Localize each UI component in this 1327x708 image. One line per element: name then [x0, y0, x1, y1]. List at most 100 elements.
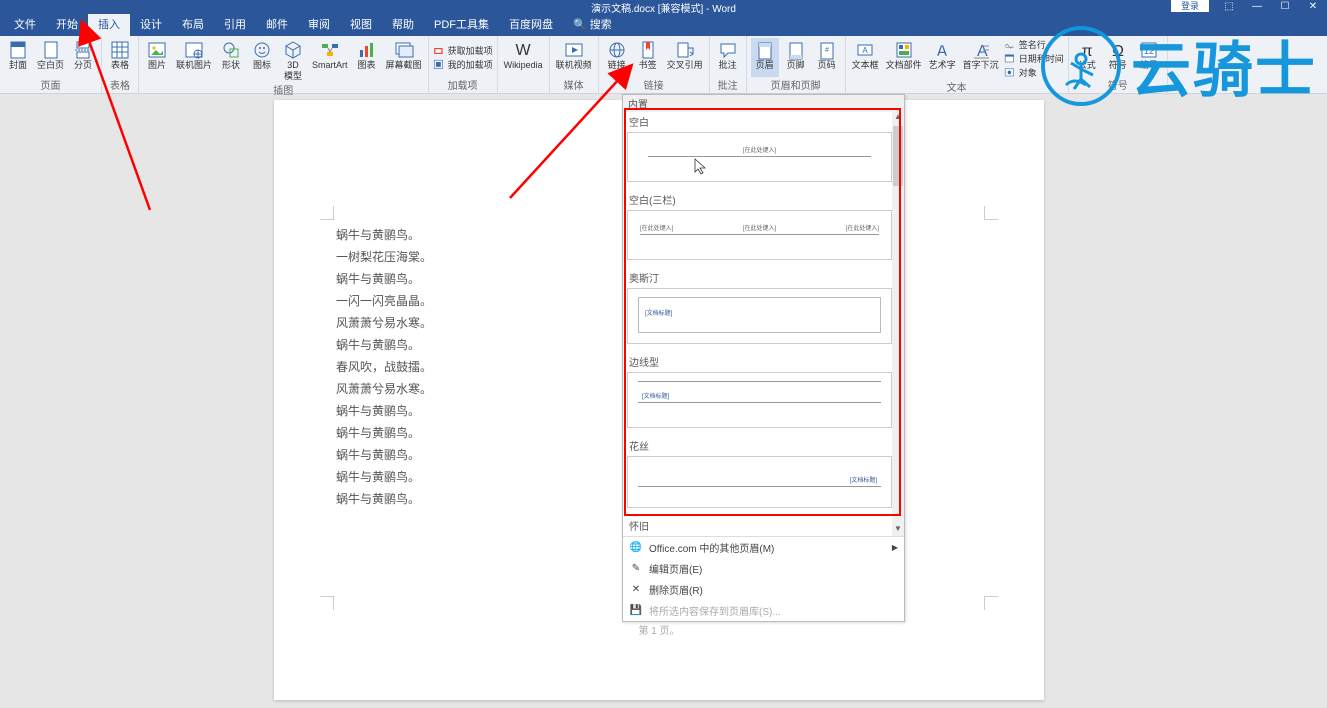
- page-break-button[interactable]: 分页: [69, 38, 97, 77]
- tab-开始[interactable]: 开始: [46, 14, 88, 36]
- wikipedia-button[interactable]: WWikipedia: [502, 38, 545, 92]
- ribbon-options-icon[interactable]: ⬚: [1215, 0, 1243, 14]
- tab-百度网盘[interactable]: 百度网盘: [499, 14, 563, 36]
- button-label: 图表: [358, 60, 376, 71]
- shapes-button[interactable]: 形状: [217, 38, 245, 82]
- watermark-circle-icon: [1041, 26, 1121, 106]
- scroll-up-icon[interactable]: ▲: [892, 112, 904, 124]
- crossref-button[interactable]: 交叉引用: [665, 38, 705, 77]
- text-line[interactable]: 蜗牛与黄鹂鸟。: [336, 268, 432, 290]
- text-line[interactable]: 一树梨花压海棠。: [336, 246, 432, 268]
- gallery-item-blank[interactable]: 空白[在此处键入]: [623, 112, 904, 190]
- dropcap-icon: A: [971, 40, 991, 60]
- tab-设计[interactable]: 设计: [130, 14, 172, 36]
- gallery-item-preview: [文档标题]: [627, 372, 892, 428]
- comment-button[interactable]: 批注: [714, 38, 742, 77]
- gallery-item-blank3[interactable]: 空白(三栏)[在此处键入][在此处键入][在此处键入]: [623, 190, 904, 268]
- footer-save-button: 💾将所选内容保存到页眉库(S)...: [623, 600, 904, 621]
- myaddins-icon: [433, 59, 445, 71]
- button-label: 首字下沉: [963, 60, 999, 71]
- minimize-icon[interactable]: —: [1243, 0, 1271, 14]
- watermark-text: 云骑士: [1131, 22, 1317, 109]
- tab-邮件[interactable]: 邮件: [256, 14, 298, 36]
- text-line[interactable]: 一闪一闪亮晶晶。: [336, 290, 432, 312]
- text-line[interactable]: 蜗牛与黄鹂鸟。: [336, 466, 432, 488]
- online-pic-button[interactable]: 联机图片: [174, 38, 214, 82]
- footer-label: 编辑页眉(E): [649, 561, 898, 576]
- tab-PDF工具集[interactable]: PDF工具集: [424, 14, 499, 36]
- tab-视图[interactable]: 视图: [340, 14, 382, 36]
- search-tab[interactable]: 🔍搜索: [563, 14, 622, 36]
- bookmark-button[interactable]: 书签: [634, 38, 662, 77]
- scroll-thumb[interactable]: [893, 126, 903, 186]
- text-line[interactable]: 蜗牛与黄鹂鸟。: [336, 400, 432, 422]
- document-text[interactable]: 蜗牛与黄鹂鸟。一树梨花压海棠。蜗牛与黄鹂鸟。一闪一闪亮晶晶。风萧萧兮易水寒。蜗牛…: [336, 224, 432, 510]
- text-line[interactable]: 风萧萧兮易水寒。: [336, 312, 432, 334]
- pagenum-button[interactable]: #页码: [813, 38, 841, 77]
- scrollbar[interactable]: ▲ ▼: [892, 112, 904, 536]
- table-button[interactable]: 表格: [106, 38, 134, 77]
- wordart-button[interactable]: A艺术字: [927, 38, 958, 79]
- tab-帮助[interactable]: 帮助: [382, 14, 424, 36]
- group-label: 页眉和页脚: [751, 77, 841, 92]
- login-button[interactable]: 登录: [1171, 0, 1209, 12]
- maximize-icon[interactable]: ☐: [1271, 0, 1299, 14]
- blank-page-button[interactable]: 空白页: [35, 38, 66, 77]
- gallery-item-austin[interactable]: 奥斯汀[文档标题]: [623, 268, 904, 352]
- gallery-item-preview: [在此处键入][在此处键入][在此处键入]: [627, 210, 892, 260]
- footer-button[interactable]: 页脚: [782, 38, 810, 77]
- button-label: 艺术字: [929, 60, 956, 71]
- footer-office-button[interactable]: 🌐Office.com 中的其他页眉(M)▶: [623, 537, 904, 558]
- textbox-button[interactable]: A文本框: [850, 38, 881, 79]
- tab-布局[interactable]: 布局: [172, 14, 214, 36]
- footer-remove-button[interactable]: ✕删除页眉(R): [623, 579, 904, 600]
- gallery-item-label: 边线型: [627, 352, 892, 371]
- header-gallery-dropdown[interactable]: 内置 空白[在此处键入]空白(三栏)[在此处键入][在此处键入][在此处键入]奥…: [622, 94, 905, 622]
- gallery-item-retro[interactable]: 怀旧[文档标题]: [623, 516, 904, 536]
- button-label: 交叉引用: [667, 60, 703, 71]
- gallery-list[interactable]: 空白[在此处键入]空白(三栏)[在此处键入][在此处键入][在此处键入]奥斯汀[…: [623, 112, 904, 536]
- gallery-item-filigree[interactable]: 花丝[文档标题]: [623, 436, 904, 516]
- text-line[interactable]: 风萧萧兮易水寒。: [336, 378, 432, 400]
- close-icon[interactable]: ✕: [1299, 0, 1327, 14]
- tab-插入[interactable]: 插入: [88, 14, 130, 36]
- cover-page-button[interactable]: 封面: [4, 38, 32, 77]
- 3d-model-button[interactable]: 3D模型: [279, 38, 307, 82]
- screenshot-button[interactable]: 屏幕截图: [384, 38, 424, 82]
- button-label: 书签: [639, 60, 657, 71]
- wordart-icon: A: [932, 40, 952, 60]
- header-button[interactable]: 页眉: [751, 38, 779, 77]
- myaddins-button[interactable]: 我的加载项: [433, 58, 493, 71]
- link-button[interactable]: 链接: [603, 38, 631, 77]
- text-line[interactable]: 蜗牛与黄鹂鸟。: [336, 224, 432, 246]
- scroll-down-icon[interactable]: ▼: [892, 524, 904, 536]
- text-line[interactable]: 蜗牛与黄鹂鸟。: [336, 444, 432, 466]
- tab-审阅[interactable]: 审阅: [298, 14, 340, 36]
- online-video-button[interactable]: 联机视频: [554, 38, 594, 77]
- text-line[interactable]: 春风吹，战鼓擂。: [336, 356, 432, 378]
- button-label: 3D模型: [284, 60, 302, 82]
- store-button[interactable]: 获取加载项: [433, 44, 493, 57]
- gallery-item-label: 奥斯汀: [627, 268, 892, 287]
- margin-corner: [984, 206, 998, 220]
- text-line[interactable]: 蜗牛与黄鹂鸟。: [336, 422, 432, 444]
- text-line[interactable]: 蜗牛与黄鹂鸟。: [336, 334, 432, 356]
- group-label: 页面: [4, 77, 97, 92]
- smartart-icon: [320, 40, 340, 60]
- gallery-item-sideline[interactable]: 边线型[文档标题]: [623, 352, 904, 436]
- comment-icon: [718, 40, 738, 60]
- header-icon: [755, 40, 775, 60]
- chart-button[interactable]: 图表: [353, 38, 381, 82]
- ribbon-group-链接: 链接书签交叉引用链接: [599, 36, 710, 93]
- picture-button[interactable]: 图片: [143, 38, 171, 82]
- quickparts-button[interactable]: 文档部件: [884, 38, 924, 79]
- dropcap-button[interactable]: A首字下沉: [961, 38, 1001, 79]
- text-line[interactable]: 蜗牛与黄鹂鸟。: [336, 488, 432, 510]
- footer-edit-button[interactable]: ✎编辑页眉(E): [623, 558, 904, 579]
- icons-button[interactable]: 图标: [248, 38, 276, 82]
- save-icon: 💾: [629, 604, 643, 618]
- smartart-button[interactable]: SmartArt: [310, 38, 350, 82]
- tab-文件[interactable]: 文件: [4, 14, 46, 36]
- tab-引用[interactable]: 引用: [214, 14, 256, 36]
- gallery-footer: 🌐Office.com 中的其他页眉(M)▶✎编辑页眉(E)✕删除页眉(R)💾将…: [623, 536, 904, 621]
